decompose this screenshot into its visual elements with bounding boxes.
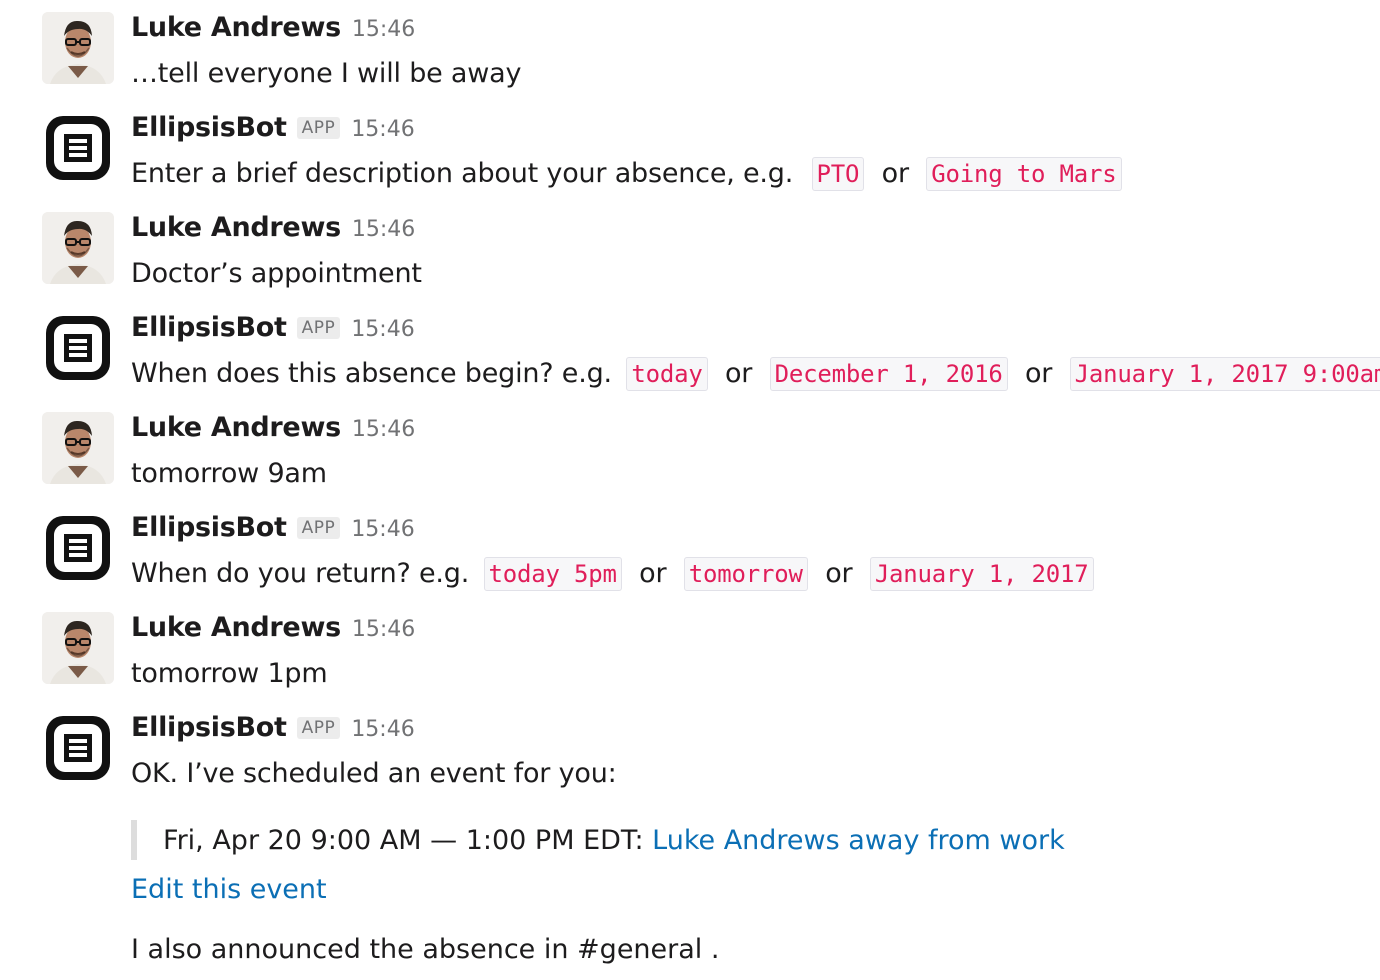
- timestamp[interactable]: 15:46: [351, 117, 414, 142]
- message-luke-4: Luke Andrews 15:46 tomorrow 1pm: [0, 600, 1380, 700]
- timestamp[interactable]: 15:46: [351, 717, 414, 742]
- author-name[interactable]: EllipsisBot: [131, 512, 287, 543]
- prompt-text: When do you return? e.g.: [131, 558, 470, 589]
- bot-avatar[interactable]: [42, 312, 114, 384]
- timestamp[interactable]: 15:46: [351, 517, 414, 542]
- author-name[interactable]: EllipsisBot: [131, 112, 287, 143]
- event-time: Fri, Apr 20 9:00 AM — 1:00 PM EDT:: [163, 825, 644, 856]
- separator-text: or: [825, 558, 853, 589]
- bot-avatar[interactable]: [42, 112, 114, 184]
- message-text: tomorrow 9am: [131, 458, 327, 489]
- event-title-link[interactable]: Luke Andrews away from work: [652, 825, 1065, 856]
- message-header: Luke Andrews 15:46: [131, 212, 415, 248]
- ellipsis-logo-icon: [46, 716, 110, 780]
- message-bot-2: EllipsisBot APP 15:46 When does this abs…: [0, 300, 1380, 400]
- separator-text: or: [881, 158, 909, 189]
- author-name[interactable]: EllipsisBot: [131, 712, 287, 743]
- message-text: tomorrow 1pm: [131, 658, 328, 689]
- app-badge: APP: [296, 517, 341, 539]
- ellipsis-logo-icon: [46, 516, 110, 580]
- message-text: Doctor’s appointment: [131, 258, 422, 289]
- luke-avatar[interactable]: [42, 12, 114, 84]
- message-text: Enter a brief description about your abs…: [131, 156, 1124, 192]
- message-luke-2: Luke Andrews 15:46 Doctor’s appointment: [0, 200, 1380, 300]
- luke-avatar[interactable]: [42, 412, 114, 484]
- example-code: today: [626, 357, 708, 391]
- timestamp[interactable]: 15:46: [351, 317, 414, 342]
- example-code: PTO: [811, 157, 865, 191]
- timestamp[interactable]: 15:46: [352, 617, 415, 642]
- bot-avatar[interactable]: [42, 712, 114, 784]
- message-header: Luke Andrews 15:46: [131, 12, 415, 48]
- message-header: EllipsisBot APP 15:46: [131, 712, 415, 748]
- announcement-text: I also announced the absence in #general…: [131, 934, 720, 965]
- timestamp[interactable]: 15:46: [352, 17, 415, 42]
- message-luke-1: Luke Andrews 15:46 …tell everyone I will…: [0, 0, 1380, 100]
- message-header: EllipsisBot APP 15:46: [131, 112, 415, 148]
- message-luke-3: Luke Andrews 15:46 tomorrow 9am: [0, 400, 1380, 500]
- prompt-text: When does this absence begin? e.g.: [131, 358, 612, 389]
- app-badge: APP: [296, 717, 341, 739]
- message-header: EllipsisBot APP 15:46: [131, 512, 415, 548]
- event-attachment: Fri, Apr 20 9:00 AM — 1:00 PM EDT: Luke …: [131, 820, 1065, 860]
- author-name[interactable]: Luke Andrews: [131, 212, 341, 243]
- message-header: Luke Andrews 15:46: [131, 412, 415, 448]
- example-code: December 1, 2016: [769, 357, 1008, 391]
- message-bot-1: EllipsisBot APP 15:46 Enter a brief desc…: [0, 100, 1380, 200]
- author-name[interactable]: Luke Andrews: [131, 412, 341, 443]
- message-header: EllipsisBot APP 15:46: [131, 312, 415, 348]
- app-badge: APP: [296, 317, 341, 339]
- timestamp[interactable]: 15:46: [352, 417, 415, 442]
- author-name[interactable]: EllipsisBot: [131, 312, 287, 343]
- message-text: When do you return? e.g. today 5pm or to…: [131, 556, 1096, 592]
- prompt-text: Enter a brief description about your abs…: [131, 158, 794, 189]
- user-photo-avatar-icon: [42, 412, 114, 484]
- example-code: today 5pm: [483, 557, 622, 591]
- example-code: tomorrow: [683, 557, 808, 591]
- example-code: January 1, 2017 9:00am: [1069, 357, 1380, 391]
- ellipsis-logo-icon: [46, 116, 110, 180]
- user-photo-avatar-icon: [42, 212, 114, 284]
- separator-text: or: [724, 358, 753, 389]
- luke-avatar[interactable]: [42, 212, 114, 284]
- separator-text: or: [639, 558, 667, 589]
- edit-event-link[interactable]: Edit this event: [131, 874, 327, 905]
- app-badge: APP: [296, 117, 341, 139]
- example-code: Going to Mars: [926, 157, 1122, 191]
- message-text: When does this absence begin? e.g. today…: [131, 356, 1380, 392]
- user-photo-avatar-icon: [42, 12, 114, 84]
- timestamp[interactable]: 15:46: [352, 217, 415, 242]
- example-code: January 1, 2017: [869, 557, 1094, 591]
- message-header: Luke Andrews 15:46: [131, 612, 415, 648]
- user-photo-avatar-icon: [42, 612, 114, 684]
- author-name[interactable]: Luke Andrews: [131, 612, 341, 643]
- message-bot-3: EllipsisBot APP 15:46 When do you return…: [0, 500, 1380, 600]
- bot-avatar[interactable]: [42, 512, 114, 584]
- separator-text: or: [1024, 358, 1053, 389]
- message-text: …tell everyone I will be away: [131, 58, 522, 89]
- ellipsis-logo-icon: [46, 316, 110, 380]
- message-text: OK. I’ve scheduled an event for you:: [131, 758, 617, 789]
- luke-avatar[interactable]: [42, 612, 114, 684]
- author-name[interactable]: Luke Andrews: [131, 12, 341, 43]
